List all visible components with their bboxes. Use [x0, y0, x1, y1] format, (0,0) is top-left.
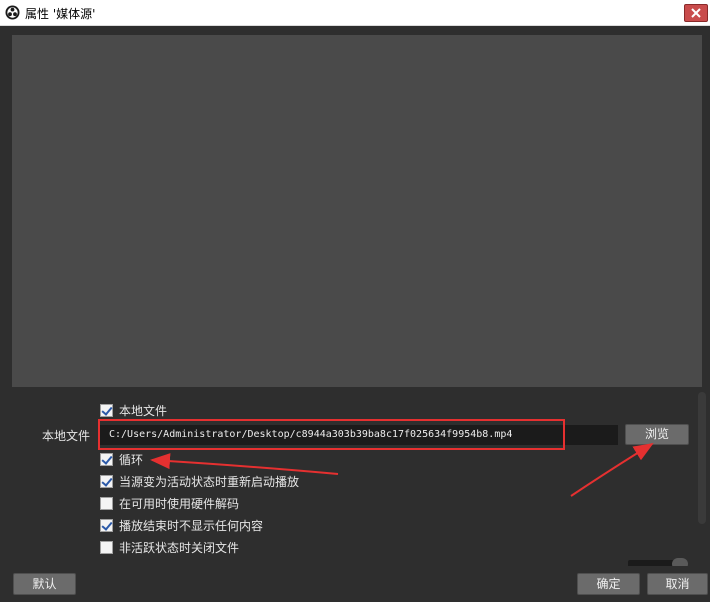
- ok-button[interactable]: 确定: [577, 573, 640, 595]
- hide-when-ended-checkbox[interactable]: [100, 518, 113, 532]
- properties-panel: 本地文件 本地文件 C:/Users/Administrator/Desktop…: [12, 390, 700, 565]
- defaults-button[interactable]: 默认: [13, 573, 76, 595]
- option-label: 非活跃状态时关闭文件: [119, 540, 240, 555]
- window-title: 属性 '媒体源': [25, 7, 96, 21]
- option-restart-on-active[interactable]: 当源变为活动状态时重新启动播放: [100, 472, 299, 490]
- local-file-path-input[interactable]: C:/Users/Administrator/Desktop/c8944a303…: [100, 425, 618, 445]
- option-close-when-inactive[interactable]: 非活跃状态时关闭文件: [100, 538, 239, 556]
- cancel-button[interactable]: 取消: [647, 573, 708, 595]
- option-hardware-decoding[interactable]: 在可用时使用硬件解码: [100, 494, 239, 512]
- option-label: 循环: [119, 452, 144, 467]
- title-bar: 属性 '媒体源': [0, 0, 710, 26]
- close-button[interactable]: [684, 4, 708, 22]
- restart-on-active-checkbox[interactable]: [100, 474, 113, 488]
- properties-scrollbar[interactable]: [698, 392, 706, 524]
- close-icon: [691, 8, 701, 18]
- local-file-checkbox-label: 本地文件: [119, 403, 168, 418]
- obs-logo-icon: [5, 5, 20, 20]
- option-hide-when-ended[interactable]: 播放结束时不显示任何内容: [100, 516, 263, 534]
- option-loop[interactable]: 循环: [100, 450, 143, 468]
- loop-checkbox[interactable]: [100, 452, 113, 466]
- media-preview: [12, 35, 702, 387]
- local-file-checkbox-row[interactable]: 本地文件: [100, 401, 167, 419]
- browse-button[interactable]: 浏览: [625, 424, 689, 445]
- local-file-label: 本地文件: [42, 429, 91, 443]
- close-when-inactive-checkbox[interactable]: [100, 540, 113, 554]
- option-label: 当源变为活动状态时重新启动播放: [119, 474, 300, 489]
- option-label: 在可用时使用硬件解码: [119, 496, 240, 511]
- local-file-checkbox[interactable]: [100, 403, 113, 417]
- hardware-decoding-checkbox[interactable]: [100, 496, 113, 510]
- option-label: 播放结束时不显示任何内容: [119, 518, 264, 533]
